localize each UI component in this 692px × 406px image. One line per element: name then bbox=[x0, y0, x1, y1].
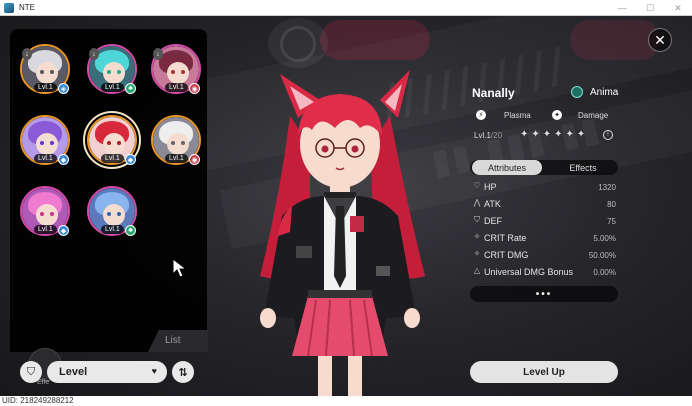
attribute-row: △ Universal DMG Bonus 0.00% bbox=[470, 265, 618, 280]
more-button[interactable]: ••• bbox=[470, 286, 618, 302]
avatar-badge-icon: ↓ bbox=[153, 48, 163, 60]
level-cap: /20 bbox=[490, 131, 503, 140]
attribute-label: Universal DMG Bonus bbox=[484, 267, 574, 277]
app-icon bbox=[4, 2, 14, 13]
faction-icon bbox=[571, 86, 583, 98]
filter-button[interactable]: ⛉ bbox=[20, 361, 42, 383]
avatar-badge-icon: ↓ bbox=[89, 48, 99, 60]
star-rating: ✦✦✦✦✦✦ bbox=[520, 129, 589, 140]
attribute-row: ⛉ DEF 75 bbox=[470, 214, 618, 229]
attribute-icon: △ bbox=[473, 266, 481, 275]
window-close-button[interactable]: ✕ bbox=[664, 0, 692, 16]
role-tag-label: Damage bbox=[578, 110, 609, 120]
avatar-level: Lvl.1 bbox=[34, 225, 57, 234]
attribute-label: CRIT DMG bbox=[484, 250, 529, 260]
avatar-level: Lvl.1 bbox=[165, 154, 188, 163]
tab-attributes[interactable]: Attributes bbox=[472, 160, 542, 175]
sort-order-button[interactable]: ⇅ bbox=[172, 361, 194, 383]
list-tab-label[interactable]: List bbox=[165, 335, 181, 346]
attribute-label: ATK bbox=[484, 199, 501, 209]
sort-order-icon: ⇅ bbox=[178, 366, 188, 379]
attribute-label: DEF bbox=[484, 216, 502, 226]
chevron-down-icon: ♥ bbox=[151, 366, 157, 376]
filter-icon: ⛉ bbox=[26, 365, 36, 378]
avatar-level: Lvl.1 bbox=[34, 154, 57, 163]
bg-pill bbox=[320, 20, 430, 60]
effect-toggle-label: Effe bbox=[37, 379, 50, 386]
window-controls: — ☐ ✕ bbox=[608, 0, 692, 16]
character-name: Nanally bbox=[472, 86, 515, 100]
faction-label: Anima bbox=[590, 87, 619, 98]
attribute-icon: ✧ bbox=[473, 249, 481, 258]
tab-effects[interactable]: Effects bbox=[548, 160, 618, 175]
attribute-row: ✧ CRIT DMG 50.00% bbox=[470, 248, 618, 263]
close-button[interactable]: ✕ bbox=[648, 28, 672, 52]
element-icon: ◆ bbox=[125, 154, 136, 165]
attribute-value: 50.00% bbox=[588, 251, 616, 260]
attribute-icon: ♡ bbox=[473, 181, 481, 190]
window-titlebar: NTE — ☐ ✕ bbox=[0, 0, 692, 16]
attribute-row: ⋀ ATK 80 bbox=[470, 197, 618, 212]
element-icon: ◈ bbox=[58, 83, 69, 94]
element-icon: ◉ bbox=[189, 154, 200, 165]
minimize-button[interactable]: — bbox=[608, 0, 636, 16]
element-icon: ◆ bbox=[58, 225, 69, 236]
maximize-button[interactable]: ☐ bbox=[636, 0, 664, 16]
plasma-icon: ⚡ bbox=[476, 110, 486, 120]
character-level: Lvl.1/20 bbox=[474, 131, 502, 140]
element-icon: ♣ bbox=[125, 225, 136, 236]
sort-dropdown[interactable]: Level ♥ bbox=[47, 361, 167, 383]
avatar-badge-icon: ↓ bbox=[22, 48, 32, 60]
attribute-row: ♡ HP 1320 bbox=[470, 180, 618, 195]
attribute-icon: ⋀ bbox=[473, 198, 481, 207]
attribute-icon: ⛉ bbox=[474, 215, 480, 224]
element-icon: ◆ bbox=[58, 154, 69, 165]
character-illustration bbox=[260, 70, 425, 396]
bg-pill bbox=[570, 20, 660, 60]
attribute-icon: ✧ bbox=[473, 232, 481, 241]
attribute-value: 75 bbox=[607, 217, 616, 226]
level-up-button[interactable]: Level Up bbox=[470, 361, 618, 383]
close-icon: ✕ bbox=[654, 31, 666, 48]
window-title: NTE bbox=[19, 3, 35, 12]
attribute-label: HP bbox=[484, 182, 497, 192]
info-tabs: Attributes Effects bbox=[470, 160, 618, 175]
element-icon: ♣ bbox=[125, 83, 136, 94]
avatar-level: Lvl.1 bbox=[34, 83, 57, 92]
sort-dropdown-value: Level bbox=[59, 366, 88, 378]
avatar-level: Lvl.1 bbox=[101, 83, 124, 92]
attribute-value: 80 bbox=[607, 200, 616, 209]
attribute-value: 0.00% bbox=[593, 268, 616, 277]
element-tag: ⚡ Plasma bbox=[476, 108, 546, 122]
attribute-label: CRIT Rate bbox=[484, 233, 527, 243]
level-prefix: Lvl. bbox=[474, 131, 487, 140]
mouse-cursor-icon bbox=[172, 258, 188, 278]
damage-icon: ✦ bbox=[552, 110, 562, 120]
uid-bar bbox=[0, 396, 692, 406]
attribute-row: ✧ CRIT Rate 5.00% bbox=[470, 231, 618, 246]
element-icon: ◉ bbox=[189, 83, 200, 94]
avatar-level: Lvl.1 bbox=[101, 154, 124, 163]
info-icon[interactable]: ! bbox=[603, 130, 613, 140]
element-tag-label: Plasma bbox=[504, 110, 531, 120]
role-tag: ✦ Damage bbox=[552, 108, 618, 122]
attribute-value: 5.00% bbox=[593, 234, 616, 243]
avatar-level: Lvl.1 bbox=[165, 83, 188, 92]
attribute-value: 1320 bbox=[598, 183, 616, 192]
uid-text: UID: 218249288212 bbox=[2, 396, 74, 405]
avatar-level: Lvl.1 bbox=[101, 225, 124, 234]
